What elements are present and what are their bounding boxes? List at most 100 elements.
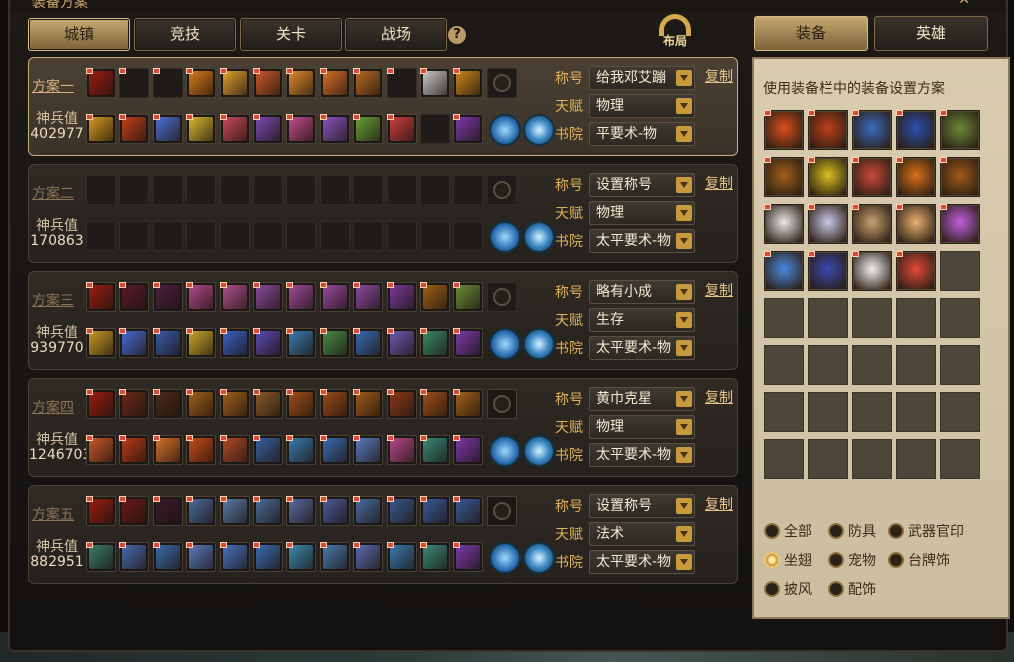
inventory-empty-slot[interactable] bbox=[808, 392, 848, 432]
equipment-slot[interactable] bbox=[119, 68, 150, 98]
equipment-slot[interactable] bbox=[186, 328, 217, 358]
equipment-slot[interactable] bbox=[319, 221, 350, 251]
inventory-item[interactable] bbox=[764, 110, 804, 150]
equipment-slot[interactable] bbox=[353, 114, 384, 144]
equipment-slot[interactable] bbox=[386, 114, 417, 144]
equipment-slot[interactable] bbox=[119, 328, 150, 358]
equipment-slot[interactable] bbox=[419, 175, 450, 205]
inventory-empty-slot[interactable] bbox=[852, 439, 892, 479]
title-select[interactable]: 略有小成 bbox=[589, 280, 695, 304]
equipment-slot[interactable] bbox=[219, 282, 250, 312]
title-select[interactable]: 给我邓艾蹦 bbox=[589, 66, 695, 90]
equipment-slot[interactable] bbox=[186, 542, 217, 572]
inventory-empty-slot[interactable] bbox=[940, 298, 980, 338]
equipment-slot[interactable] bbox=[186, 114, 217, 144]
inventory-item[interactable] bbox=[852, 157, 892, 197]
inventory-item[interactable] bbox=[764, 157, 804, 197]
inventory-empty-slot[interactable] bbox=[764, 439, 804, 479]
academy-select[interactable]: 太平要术-物 bbox=[589, 336, 695, 360]
inventory-item[interactable] bbox=[940, 157, 980, 197]
inventory-item[interactable] bbox=[808, 251, 848, 291]
mount-slot[interactable] bbox=[486, 68, 517, 98]
equipment-slot[interactable] bbox=[252, 114, 283, 144]
equipment-slot[interactable] bbox=[453, 282, 484, 312]
equipment-slot[interactable] bbox=[119, 114, 150, 144]
inventory-item[interactable] bbox=[940, 204, 980, 244]
equipment-slot[interactable] bbox=[152, 542, 183, 572]
equipment-slot[interactable] bbox=[453, 175, 484, 205]
equipment-slot[interactable] bbox=[86, 175, 116, 205]
plan-name-link[interactable]: 方案三 bbox=[29, 290, 77, 310]
equipment-slot[interactable] bbox=[119, 496, 150, 526]
equipment-slot[interactable] bbox=[286, 175, 317, 205]
plan-name-link[interactable]: 方案四 bbox=[29, 397, 77, 417]
inventory-item[interactable] bbox=[940, 110, 980, 150]
equipment-slot[interactable] bbox=[86, 282, 116, 312]
equipment-slot[interactable] bbox=[219, 496, 250, 526]
equipment-slot[interactable] bbox=[219, 175, 250, 205]
equipment-slot[interactable] bbox=[86, 496, 116, 526]
equipment-slot[interactable] bbox=[252, 221, 283, 251]
equipment-slot[interactable] bbox=[453, 221, 484, 251]
filter-radio[interactable]: 台牌饰 bbox=[888, 550, 950, 570]
equipment-slot[interactable] bbox=[86, 221, 116, 251]
equipment-slot[interactable] bbox=[252, 328, 283, 358]
equipment-slot[interactable] bbox=[353, 496, 384, 526]
equipment-slot[interactable] bbox=[319, 68, 350, 98]
mount-slot[interactable] bbox=[486, 282, 517, 312]
equipment-slot[interactable] bbox=[419, 496, 450, 526]
equipment-slot[interactable] bbox=[152, 496, 183, 526]
inventory-empty-slot[interactable] bbox=[896, 345, 936, 385]
equipment-slot[interactable] bbox=[152, 435, 183, 465]
equipment-slot[interactable] bbox=[286, 435, 317, 465]
equipment-slot[interactable] bbox=[252, 282, 283, 312]
inventory-empty-slot[interactable] bbox=[764, 392, 804, 432]
equipment-slot[interactable] bbox=[319, 496, 350, 526]
equipment-slot[interactable] bbox=[252, 435, 283, 465]
equipment-slot[interactable] bbox=[419, 389, 450, 419]
equipment-slot[interactable] bbox=[286, 496, 317, 526]
equipment-slot[interactable] bbox=[119, 435, 150, 465]
equipment-slot[interactable] bbox=[286, 328, 317, 358]
equipment-slot[interactable] bbox=[286, 68, 317, 98]
equipment-slot[interactable] bbox=[119, 542, 150, 572]
equipment-slot[interactable] bbox=[219, 328, 250, 358]
talent-select[interactable]: 物理 bbox=[589, 94, 695, 118]
helmet-icon[interactable] bbox=[489, 328, 521, 360]
equipment-slot[interactable] bbox=[353, 542, 384, 572]
equipment-slot[interactable] bbox=[319, 328, 350, 358]
inventory-item[interactable] bbox=[896, 204, 936, 244]
mount-slot[interactable] bbox=[486, 496, 517, 526]
equipment-slot[interactable] bbox=[386, 282, 417, 312]
filter-radio[interactable]: 武器官印 bbox=[888, 521, 964, 541]
equipment-slot[interactable] bbox=[252, 175, 283, 205]
tab-stage[interactable]: 关卡 bbox=[240, 18, 342, 51]
title-select[interactable]: 设置称号 bbox=[589, 173, 695, 197]
equipment-slot[interactable] bbox=[386, 68, 417, 98]
plan-name-link[interactable]: 方案二 bbox=[29, 183, 77, 203]
inventory-item[interactable] bbox=[896, 157, 936, 197]
swirl-icon[interactable] bbox=[523, 328, 555, 360]
helmet-icon[interactable] bbox=[489, 435, 521, 467]
equipment-slot[interactable] bbox=[386, 221, 417, 251]
inventory-empty-slot[interactable] bbox=[764, 298, 804, 338]
equipment-slot[interactable] bbox=[319, 282, 350, 312]
academy-select[interactable]: 太平要术-物 bbox=[589, 229, 695, 253]
equipment-slot[interactable] bbox=[419, 435, 450, 465]
talent-select[interactable]: 生存 bbox=[589, 308, 695, 332]
equipment-slot[interactable] bbox=[119, 175, 150, 205]
title-select[interactable]: 黄巾克星 bbox=[589, 387, 695, 411]
inventory-empty-slot[interactable] bbox=[808, 298, 848, 338]
tab-equipment[interactable]: 装备 bbox=[754, 16, 868, 51]
tab-battlefield[interactable]: 战场 bbox=[345, 18, 447, 51]
swirl-icon[interactable] bbox=[523, 542, 555, 574]
copy-link[interactable]: 复制 bbox=[705, 173, 733, 193]
equipment-slot[interactable] bbox=[419, 328, 450, 358]
copy-link[interactable]: 复制 bbox=[705, 280, 733, 300]
equipment-slot[interactable] bbox=[353, 389, 384, 419]
mount-slot[interactable] bbox=[486, 389, 517, 419]
inventory-item[interactable] bbox=[852, 110, 892, 150]
inventory-empty-slot[interactable] bbox=[940, 439, 980, 479]
equipment-slot[interactable] bbox=[252, 496, 283, 526]
filter-radio[interactable]: 全部 bbox=[764, 521, 812, 541]
